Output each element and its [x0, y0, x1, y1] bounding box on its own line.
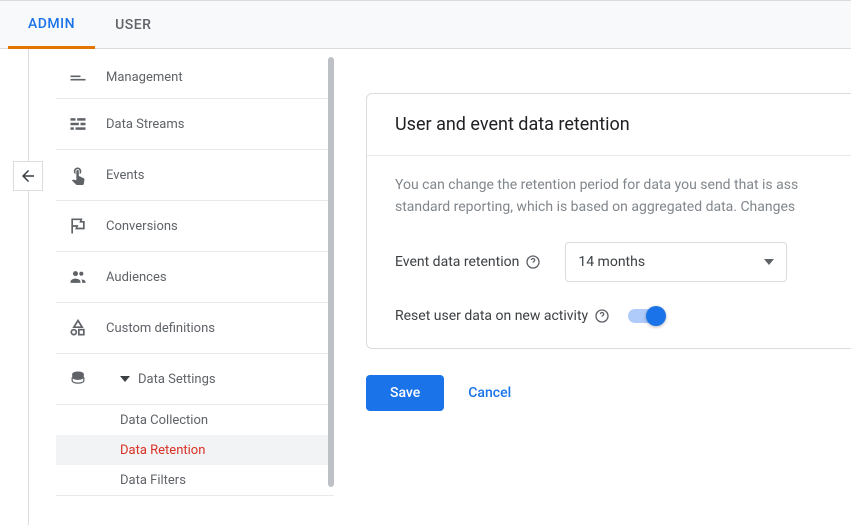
- vertical-line: [28, 49, 29, 525]
- event-retention-select[interactable]: 14 months: [565, 242, 787, 282]
- event-retention-label: Event data retention: [395, 254, 519, 270]
- action-buttons: Save Cancel: [366, 375, 851, 411]
- sidebar: Management Data Streams Events Conversio…: [56, 49, 334, 525]
- sidebar-item-events[interactable]: Events: [56, 150, 334, 201]
- sliders-icon: [66, 66, 90, 90]
- arrow-left-icon: [19, 167, 37, 185]
- people-icon: [66, 265, 90, 289]
- stream-icon: [66, 112, 90, 136]
- sidebar-sub-data-filters[interactable]: Data Filters: [56, 465, 334, 495]
- top-tabs: ADMIN USER: [0, 0, 851, 49]
- sidebar-item-audiences[interactable]: Audiences: [56, 252, 334, 303]
- sidebar-sub-data-collection[interactable]: Data Collection: [56, 405, 334, 435]
- card-title: User and event data retention: [367, 94, 851, 156]
- sidebar-item-label: Events: [106, 168, 144, 183]
- sidebar-item-management[interactable]: Management: [56, 57, 334, 99]
- retention-card: User and event data retention You can ch…: [366, 93, 851, 349]
- sidebar-item-label: Conversions: [106, 219, 178, 234]
- select-value: 14 months: [578, 254, 645, 270]
- main-content: User and event data retention You can ch…: [334, 49, 851, 525]
- back-button[interactable]: [13, 161, 43, 191]
- tab-admin[interactable]: ADMIN: [8, 2, 95, 49]
- data-settings-subitems: Data Collection Data Retention Data Filt…: [56, 405, 334, 496]
- touch-icon: [66, 163, 90, 187]
- sidebar-item-label: Data Settings: [138, 372, 216, 387]
- sidebar-item-label: Management: [106, 70, 183, 85]
- back-column: [0, 49, 56, 525]
- sidebar-item-label: Custom definitions: [106, 321, 215, 336]
- database-icon: [66, 367, 90, 391]
- sidebar-item-data-settings[interactable]: Data Settings: [56, 354, 334, 405]
- reset-data-label: Reset user data on new activity: [395, 308, 588, 324]
- sidebar-item-data-streams[interactable]: Data Streams: [56, 99, 334, 150]
- event-retention-row: Event data retention 14 months: [367, 218, 851, 282]
- caret-down-icon: [120, 374, 130, 384]
- help-icon[interactable]: [594, 308, 610, 324]
- sidebar-item-conversions[interactable]: Conversions: [56, 201, 334, 252]
- tab-user[interactable]: USER: [95, 1, 171, 48]
- help-icon[interactable]: [525, 254, 541, 270]
- toggle-thumb: [646, 306, 666, 326]
- reset-data-row: Reset user data on new activity: [367, 282, 851, 348]
- card-description: You can change the retention period for …: [367, 156, 851, 218]
- sidebar-item-label: Audiences: [106, 270, 167, 285]
- cancel-button[interactable]: Cancel: [468, 385, 511, 401]
- reset-data-toggle[interactable]: [628, 309, 664, 323]
- sidebar-item-label: Data Streams: [106, 117, 184, 132]
- save-button[interactable]: Save: [366, 375, 444, 411]
- sidebar-sub-data-retention[interactable]: Data Retention: [56, 435, 334, 465]
- shapes-icon: [66, 316, 90, 340]
- flag-icon: [66, 214, 90, 238]
- dropdown-icon: [764, 259, 774, 265]
- sidebar-item-custom-definitions[interactable]: Custom definitions: [56, 303, 334, 354]
